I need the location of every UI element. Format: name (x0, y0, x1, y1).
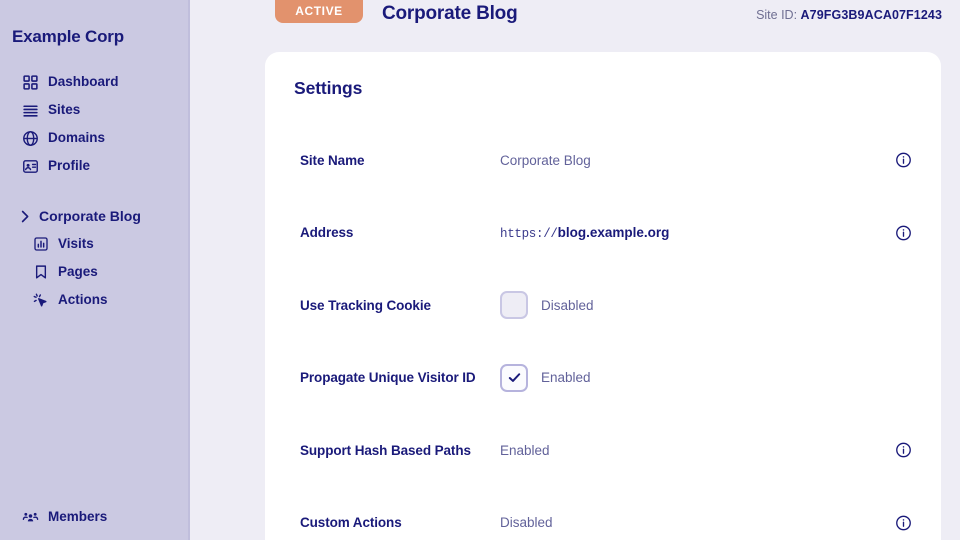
sidebar-group-corporate-blog[interactable]: Corporate Blog (0, 202, 190, 230)
setting-label: Custom Actions (300, 515, 402, 531)
sidebar-item-label: Profile (48, 158, 91, 174)
sidebar-site-group: Corporate Blog Visits Pages Actions (0, 202, 190, 314)
setting-value-wrap: Enabled (500, 363, 912, 392)
page-header: ACTIVE Corporate Blog Site ID: A79FG3B9A… (190, 0, 960, 52)
sidebar-item-visits[interactable]: Visits (0, 230, 190, 258)
sidebar-item-sites[interactable]: Sites (0, 96, 190, 124)
list-icon (22, 102, 39, 119)
setting-label: Use Tracking Cookie (300, 297, 431, 313)
tracking-cookie-checkbox[interactable] (500, 291, 528, 320)
setting-value-wrap: Enabled (500, 443, 912, 458)
sidebar-footer-nav: Members (0, 503, 190, 531)
setting-value-wrap: Disabled (500, 291, 912, 320)
setting-label: Support Hash Based Paths (300, 442, 471, 458)
status-badge[interactable]: ACTIVE (275, 0, 363, 23)
info-icon[interactable] (895, 442, 912, 459)
setting-value-wrap: Corporate Blog (500, 153, 912, 168)
site-id: Site ID: A79FG3B9ACA07F1243 (756, 8, 942, 22)
info-icon[interactable] (895, 514, 912, 531)
url-host: blog.example.org (557, 224, 670, 240)
setting-value: Enabled (541, 370, 591, 386)
brand-title: Example Corp (12, 27, 124, 46)
setting-row-use-tracking-cookie: Use Tracking Cookie Disabled (265, 269, 941, 342)
setting-value: Enabled (500, 442, 550, 458)
page-title: Corporate Blog (382, 3, 518, 24)
setting-label: Propagate Unique Visitor ID (300, 370, 476, 386)
settings-card: Settings Site Name Corporate Blog Addres… (265, 52, 941, 540)
settings-rows: Site Name Corporate Blog Address https:/… (265, 124, 941, 540)
sidebar-item-members[interactable]: Members (0, 503, 190, 531)
sidebar-item-label: Members (48, 509, 108, 525)
sidebar-item-label: Pages (58, 264, 98, 280)
setting-value-wrap: https:// blog.example.org (500, 225, 912, 241)
setting-row-custom-actions: Custom Actions Disabled (265, 487, 941, 540)
sidebar-item-pages[interactable]: Pages (0, 258, 190, 286)
sidebar-item-label: Actions (58, 292, 108, 308)
info-icon[interactable] (895, 152, 912, 169)
id-card-icon (22, 158, 39, 175)
setting-value: Disabled (541, 297, 594, 313)
sidebar-group-label: Corporate Blog (39, 208, 141, 224)
propagate-visitor-id-checkbox[interactable] (500, 363, 528, 392)
sidebar-item-actions[interactable]: Actions (0, 286, 190, 314)
sidebar-item-label: Sites (48, 102, 81, 118)
sidebar-item-profile[interactable]: Profile (0, 152, 190, 180)
setting-row-support-hash-based-paths: Support Hash Based Paths Enabled (265, 414, 941, 487)
sidebar-primary-nav: Dashboard Sites Domains Profile (0, 68, 190, 180)
setting-row-site-name: Site Name Corporate Blog (265, 124, 941, 197)
site-id-value: A79FG3B9ACA07F1243 (800, 8, 942, 22)
sidebar: Example Corp Dashboard Sites Domains Pro… (0, 0, 190, 540)
setting-value-wrap: Disabled (500, 515, 912, 530)
setting-value: Corporate Blog (500, 152, 591, 168)
bookmark-icon (32, 264, 49, 281)
sidebar-item-label: Visits (58, 236, 94, 252)
sidebar-item-domains[interactable]: Domains (0, 124, 190, 152)
bar-chart-icon (32, 236, 49, 253)
info-icon[interactable] (895, 224, 912, 241)
globe-icon (22, 130, 39, 147)
users-icon (22, 509, 39, 526)
sidebar-item-label: Domains (48, 130, 106, 146)
setting-value: Disabled (500, 515, 553, 531)
setting-label: Site Name (300, 152, 365, 168)
grid-icon (22, 74, 39, 91)
sidebar-item-label: Dashboard (48, 74, 119, 90)
chevron-right-icon (16, 208, 33, 225)
settings-heading: Settings (294, 78, 363, 98)
setting-row-propagate-unique-visitor-id: Propagate Unique Visitor ID Enabled (265, 342, 941, 415)
setting-label: Address (300, 225, 354, 241)
url-protocol: https:// (500, 226, 558, 241)
site-id-label: Site ID: (756, 8, 798, 22)
setting-row-address: Address https:// blog.example.org (265, 197, 941, 270)
sidebar-item-dashboard[interactable]: Dashboard (0, 68, 190, 96)
cursor-click-icon (32, 292, 49, 309)
